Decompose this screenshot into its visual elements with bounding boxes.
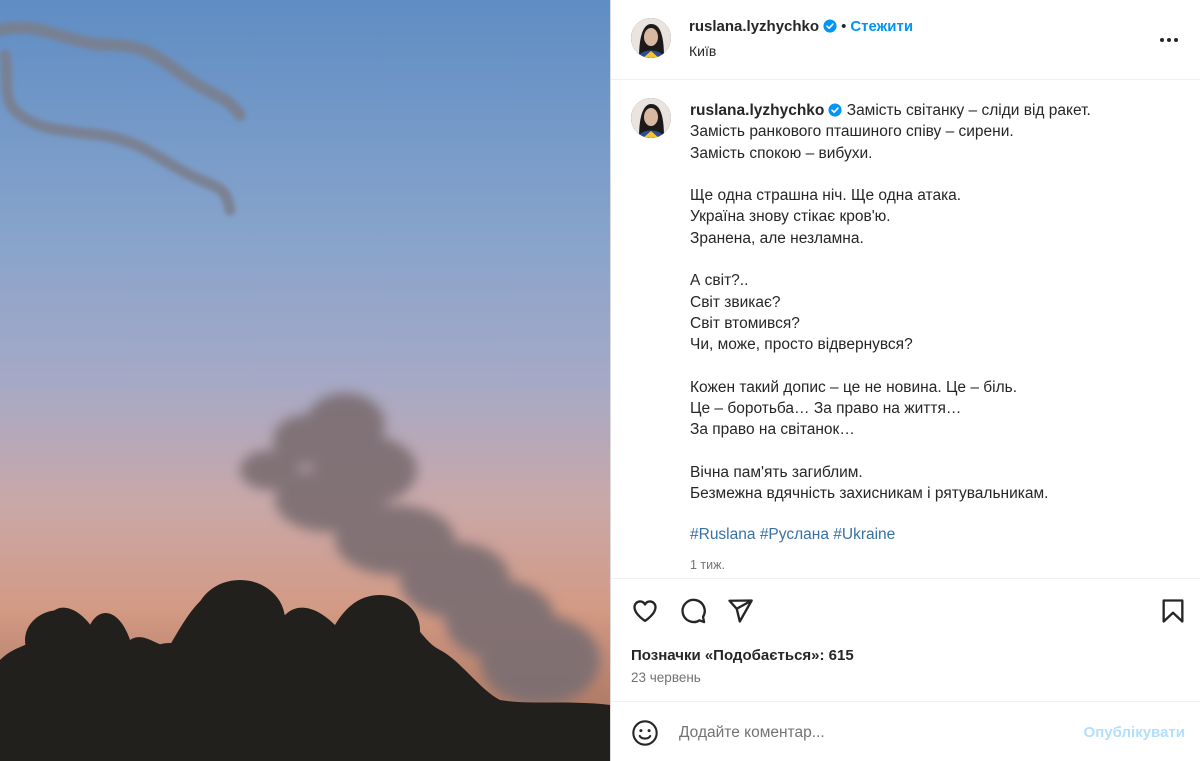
post-username[interactable]: ruslana.lyzhychko xyxy=(689,18,819,35)
caption-line: Україна знову стікає кров'ю. xyxy=(690,208,891,226)
caption-line: За право на світанок… xyxy=(690,421,855,439)
hashtag-link[interactable]: #Ruslana xyxy=(690,526,756,543)
caption-time-ago[interactable]: 1 тиж. xyxy=(690,558,725,572)
separator-dot: • xyxy=(841,18,847,35)
caption-line: А світ?.. xyxy=(690,272,749,290)
post-image[interactable] xyxy=(0,0,610,761)
publish-button[interactable]: Опублікувати xyxy=(1084,724,1185,741)
caption-line: Замість спокою – вибухи. xyxy=(690,144,873,162)
caption-line-text: Замість світанку – сліди від ракет. xyxy=(846,102,1091,119)
caption-line: Ще одна страшна ніч. Ще одна атака. xyxy=(690,187,962,205)
caption-line: Світ втомився? xyxy=(690,314,800,332)
comment-icon[interactable] xyxy=(679,597,707,625)
comment-bar: Опублікувати xyxy=(611,701,1200,761)
likes-count[interactable]: Позначки «Подобається»: 615 xyxy=(631,647,854,664)
caption-line: Вічна пам'ять загиблим. xyxy=(690,464,863,482)
caption-line: Чи, може, просто відвернувся? xyxy=(690,336,913,354)
avatar[interactable] xyxy=(631,18,671,58)
verified-badge-icon xyxy=(823,19,837,33)
follow-button[interactable]: Стежити xyxy=(850,18,913,35)
emoji-icon[interactable] xyxy=(631,719,659,747)
caption-line: Світ звикає? xyxy=(690,293,781,311)
comment-input[interactable] xyxy=(679,721,1059,745)
caption-avatar[interactable] xyxy=(631,98,671,138)
hashtag-link[interactable]: #Руслана xyxy=(760,526,829,543)
post-date[interactable]: 23 червень xyxy=(631,670,701,685)
hashtags: #Ruslana #Руслана #Ukraine xyxy=(690,526,895,544)
post-actions: Позначки «Подобається»: 615 23 червень xyxy=(611,578,1200,700)
caption-line: Безмежна вдячність захисникам і рятуваль… xyxy=(690,485,1049,503)
caption-area: ruslana.lyzhychko Замість світанку – слі… xyxy=(611,80,1200,578)
post-location[interactable]: Київ xyxy=(689,43,716,59)
verified-badge-icon xyxy=(828,103,842,117)
caption-text: ruslana.lyzhychko Замість світанку – слі… xyxy=(690,100,1170,505)
post-header: ruslana.lyzhychko • Стежити Київ xyxy=(611,0,1200,80)
caption-line: ruslana.lyzhychko Замість світанку – слі… xyxy=(690,100,1170,121)
caption-line: Кожен такий допис – це не новина. Це – б… xyxy=(690,378,1018,396)
bookmark-icon[interactable] xyxy=(1159,597,1187,625)
share-paper-plane-icon[interactable] xyxy=(726,597,754,625)
caption-line: Зранена, але незламна. xyxy=(690,229,864,247)
caption-line: Це – боротьба… За право на життя… xyxy=(690,400,962,418)
more-horizontal-icon[interactable] xyxy=(1157,28,1181,52)
header-user-line: ruslana.lyzhychko • Стежити xyxy=(689,18,913,35)
hashtag-link[interactable]: #Ukraine xyxy=(833,526,895,543)
caption-line: Замість ранкового пташиного співу – сире… xyxy=(690,123,1014,141)
post-photo xyxy=(0,0,610,761)
caption-username[interactable]: ruslana.lyzhychko xyxy=(690,102,824,119)
heart-icon[interactable] xyxy=(631,597,659,625)
post-details-panel: ruslana.lyzhychko • Стежити Київ ruslana.l… xyxy=(610,0,1200,761)
